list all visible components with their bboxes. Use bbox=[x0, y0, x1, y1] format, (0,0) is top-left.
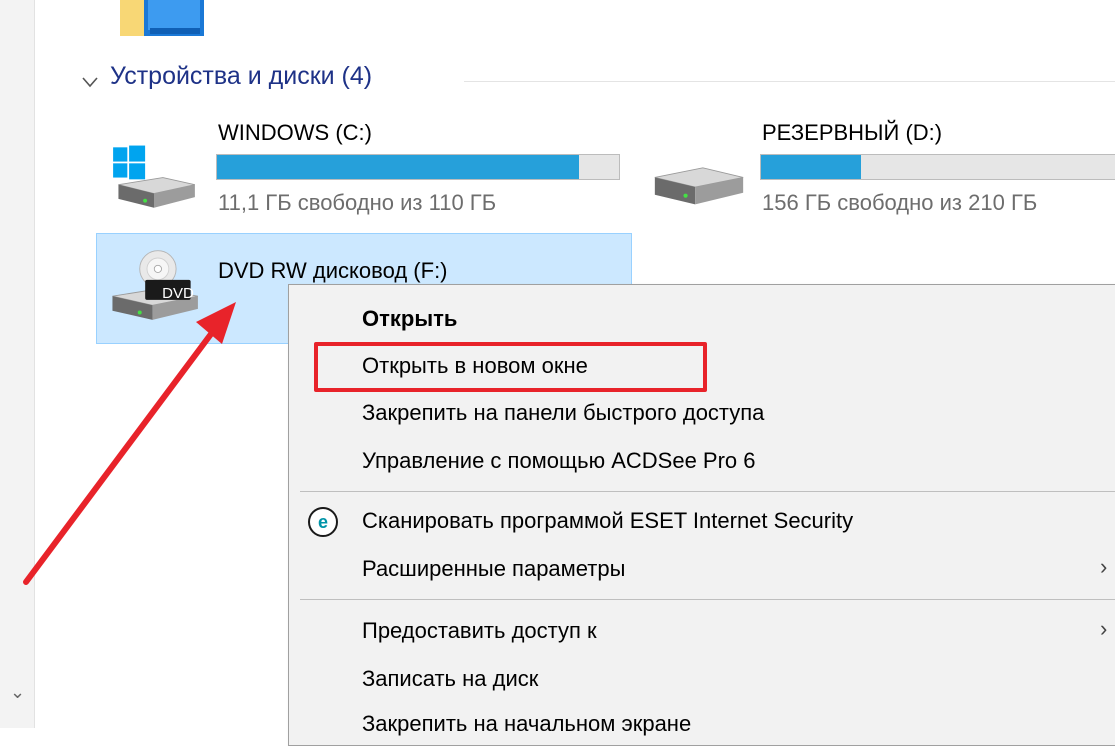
drive-free-space: 156 ГБ свободно из 210 ГБ bbox=[762, 190, 1038, 215]
group-divider bbox=[464, 81, 1115, 82]
drive-free-space: 11,1 ГБ свободно из 110 ГБ bbox=[218, 190, 497, 215]
menu-item-pin-start[interactable]: Закрепить на начальном экране bbox=[362, 711, 691, 737]
chevron-right-icon: › bbox=[1100, 554, 1108, 579]
eset-icon: e bbox=[308, 507, 338, 537]
group-header-devices[interactable]: Устройства и диски (4) bbox=[110, 62, 372, 91]
drive-tile-c[interactable]: WINDOWS (C:) 11,1 ГБ свободно из 110 ГБ bbox=[100, 112, 630, 224]
svg-text:e: e bbox=[318, 512, 328, 532]
annotation-highlight-box bbox=[314, 342, 707, 392]
menu-item-pin-quick-access[interactable]: Закрепить на панели быстрого доступа bbox=[362, 400, 764, 426]
menu-item-advanced-options[interactable]: Расширенные параметры bbox=[362, 556, 625, 582]
chevron-down-icon[interactable] bbox=[80, 72, 100, 92]
drive-name: РЕЗЕРВНЫЙ (D:) bbox=[762, 120, 943, 145]
chevron-down-icon[interactable]: ⌄ bbox=[10, 682, 25, 703]
drive-name: DVD RW дисковод (F:) bbox=[218, 258, 448, 283]
chevron-right-icon: › bbox=[1100, 616, 1108, 641]
menu-separator bbox=[300, 599, 1115, 600]
menu-item-give-access[interactable]: Предоставить доступ к bbox=[362, 618, 597, 644]
usage-bar-fill bbox=[761, 155, 861, 179]
drive-tile-d[interactable]: РЕЗЕРВНЫЙ (D:) 156 ГБ свободно из 210 ГБ bbox=[645, 112, 1115, 224]
hard-drive-icon bbox=[654, 167, 744, 205]
usage-bar bbox=[216, 154, 620, 180]
dvd-badge: DVD bbox=[162, 285, 194, 302]
drive-name: WINDOWS (C:) bbox=[218, 120, 372, 145]
menu-item-eset-scan[interactable]: Сканировать программой ESET Internet Sec… bbox=[362, 508, 853, 534]
windows-drive-icon bbox=[113, 145, 195, 208]
usage-bar-fill bbox=[217, 155, 579, 179]
menu-separator bbox=[300, 491, 1115, 492]
menu-item-burn-disc[interactable]: Записать на диск bbox=[362, 666, 538, 692]
menu-item-acdsee[interactable]: Управление с помощью ACDSee Pro 6 bbox=[362, 448, 756, 474]
usage-bar bbox=[760, 154, 1115, 180]
folder-icon[interactable] bbox=[120, 0, 204, 38]
menu-item-open[interactable]: Открыть bbox=[362, 306, 457, 332]
navigation-pane-edge bbox=[0, 0, 35, 728]
